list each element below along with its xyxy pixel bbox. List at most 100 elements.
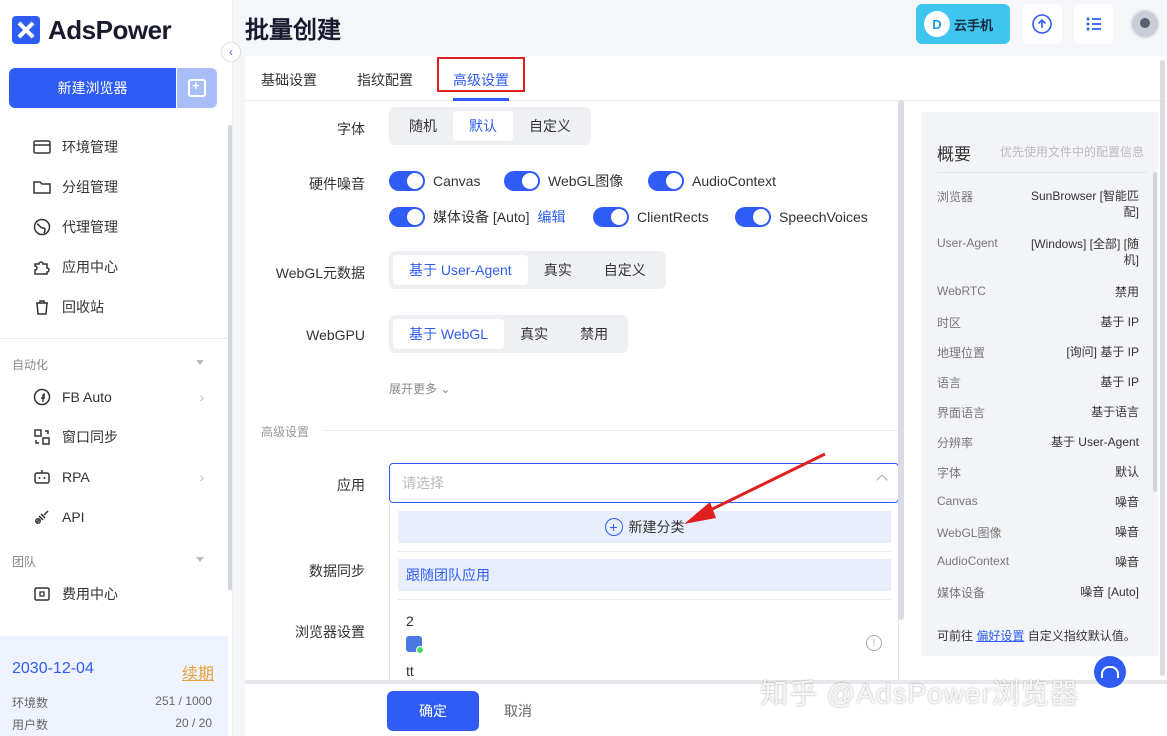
support-chat-button[interactable] bbox=[1094, 656, 1126, 688]
summary-divider bbox=[937, 172, 1147, 173]
summary-value: SunBrowser [智能匹配] bbox=[1030, 189, 1139, 219]
trash-icon bbox=[32, 297, 52, 317]
confirm-button[interactable]: 确定 bbox=[387, 691, 479, 731]
dropdown-category-2[interactable]: 2 bbox=[406, 613, 414, 629]
toggle-clientrects[interactable]: ClientRects bbox=[593, 207, 709, 227]
webgpu-segmented: 基于 WebGL 真实 禁用 bbox=[389, 315, 629, 353]
webgl-option-custom[interactable]: 自定义 bbox=[588, 255, 662, 285]
font-option-random[interactable]: 随机 bbox=[393, 111, 453, 141]
summary-value: 噪音 bbox=[1114, 555, 1139, 569]
expand-more-link[interactable]: 展开更多 ⌄ bbox=[389, 380, 450, 397]
tab-basic-settings[interactable]: 基础设置 bbox=[261, 70, 317, 90]
cloud-phone-label: 云手机 bbox=[954, 17, 994, 33]
sidebar-item-api[interactable]: API bbox=[0, 497, 228, 537]
form-scrollbar[interactable] bbox=[898, 100, 904, 620]
data-sync-label: 数据同步 bbox=[309, 563, 365, 579]
sidebar-item-label: 窗口同步 bbox=[62, 429, 118, 445]
sidebar-item-proxies[interactable]: 代理管理 bbox=[0, 207, 228, 247]
footer-prefix: 可前往 bbox=[937, 629, 974, 643]
edit-media-link[interactable]: 编辑 bbox=[537, 207, 565, 227]
follow-team-apps-option[interactable]: 跟随团队应用 bbox=[398, 559, 891, 591]
sidebar-item-fb-auto[interactable]: FB Auto › bbox=[0, 377, 228, 417]
user-count-row: 用户数 20 / 20 bbox=[12, 716, 212, 733]
main-nav: 环境管理 分组管理 代理管理 应用中心 回收站 bbox=[0, 127, 228, 327]
user-count-value: 20 / 20 bbox=[175, 716, 212, 730]
preferences-link[interactable]: 偏好设置 bbox=[976, 629, 1024, 643]
cloud-phone-button[interactable]: D 云手机 bbox=[916, 4, 1010, 44]
webgl-metadata-segmented: 基于 User-Agent 真实 自定义 bbox=[389, 251, 666, 289]
summary-key: WebRTC bbox=[937, 284, 986, 298]
webgl-metadata-label: WebGL元数据 bbox=[275, 265, 365, 281]
sidebar-item-label: 代理管理 bbox=[62, 219, 118, 235]
toggle-webgl-image[interactable]: WebGL图像 bbox=[504, 171, 623, 191]
summary-key: 分辨率 bbox=[937, 436, 974, 450]
font-option-custom[interactable]: 自定义 bbox=[513, 111, 587, 141]
nav-section-team[interactable]: 团队 bbox=[12, 553, 208, 570]
sidebar: AdsPower 新建浏览器 环境管理 分组管理 代理管理 应用中心 回收站 自… bbox=[0, 0, 233, 736]
sidebar-item-billing[interactable]: 费用中心 bbox=[0, 574, 228, 614]
toggle-switch[interactable] bbox=[389, 171, 425, 191]
summary-scrollbar[interactable] bbox=[1153, 172, 1157, 492]
app-icon[interactable] bbox=[406, 636, 424, 654]
webgpu-option-disabled[interactable]: 禁用 bbox=[564, 319, 624, 349]
toggle-audiocontext[interactable]: AudioContext bbox=[648, 171, 776, 191]
cancel-button[interactable]: 取消 bbox=[495, 691, 541, 731]
robot-icon bbox=[32, 467, 52, 487]
logo[interactable]: AdsPower bbox=[12, 14, 172, 46]
active-tab-indicator bbox=[453, 98, 509, 101]
page-scrollbar[interactable] bbox=[1160, 60, 1165, 676]
sidebar-item-groups[interactable]: 分组管理 bbox=[0, 167, 228, 207]
sidebar-scrollbar[interactable] bbox=[228, 125, 232, 590]
toggle-switch[interactable] bbox=[389, 207, 425, 227]
caret-down-icon bbox=[196, 557, 204, 562]
sidebar-item-environments[interactable]: 环境管理 bbox=[0, 127, 228, 167]
summary-panel: 概要 优先使用文件中的配置信息 浏览器 SunBrowser [智能匹配] Use… bbox=[922, 112, 1158, 656]
toggle-switch[interactable] bbox=[735, 207, 771, 227]
highlight-box bbox=[437, 57, 525, 92]
upload-button[interactable] bbox=[1022, 4, 1062, 44]
toggle-switch[interactable] bbox=[648, 171, 684, 191]
summary-key: 字体 bbox=[937, 466, 962, 480]
nav-section-automation[interactable]: 自动化 bbox=[12, 356, 208, 373]
section-label: 团队 bbox=[12, 555, 37, 569]
sidebar-item-rpa[interactable]: RPA › bbox=[0, 457, 228, 497]
toggle-canvas[interactable]: Canvas bbox=[389, 171, 480, 191]
collapse-sidebar-button[interactable]: ‹ bbox=[221, 42, 241, 62]
webgpu-option-real[interactable]: 真实 bbox=[504, 319, 564, 349]
summary-title: 概要 bbox=[937, 145, 971, 164]
user-avatar[interactable] bbox=[1127, 4, 1163, 44]
dropdown-divider bbox=[398, 551, 891, 552]
webgl-option-real[interactable]: 真实 bbox=[528, 255, 588, 285]
cloud-phone-icon: D bbox=[924, 11, 950, 37]
sidebar-item-trash[interactable]: 回收站 bbox=[0, 287, 228, 327]
logo-text: AdsPower bbox=[48, 14, 172, 45]
caret-down-icon bbox=[196, 360, 204, 365]
sidebar-item-window-sync[interactable]: 窗口同步 bbox=[0, 417, 228, 457]
new-browser-button[interactable]: 新建浏览器 bbox=[9, 68, 176, 108]
toggle-label: Canvas bbox=[433, 173, 481, 189]
webgl-option-user-agent[interactable]: 基于 User-Agent bbox=[393, 255, 528, 285]
toggle-switch[interactable] bbox=[504, 171, 540, 191]
sidebar-item-label: 回收站 bbox=[62, 299, 104, 315]
automation-nav: FB Auto › 窗口同步 RPA › API bbox=[0, 377, 228, 537]
toggle-media-devices[interactable]: 媒体设备 [Auto] 编辑 bbox=[389, 207, 565, 227]
info-icon[interactable]: ! bbox=[866, 635, 882, 651]
tab-fingerprint-config[interactable]: 指纹配置 bbox=[357, 70, 413, 90]
browser-settings-label: 浏览器设置 bbox=[295, 624, 365, 640]
toggle-speechvoices[interactable]: SpeechVoices bbox=[735, 207, 868, 227]
sidebar-item-app-center[interactable]: 应用中心 bbox=[0, 247, 228, 287]
renew-link[interactable]: 续期 bbox=[182, 660, 214, 684]
summary-footer: 可前往 偏好设置 自定义指纹默认值。 bbox=[937, 627, 1136, 644]
summary-value: 默认 bbox=[1114, 465, 1139, 479]
toggle-switch[interactable] bbox=[593, 207, 629, 227]
env-count-label: 环境数 bbox=[12, 696, 49, 710]
webgpu-option-webgl[interactable]: 基于 WebGL bbox=[393, 319, 505, 349]
dropdown-category-tt[interactable]: tt bbox=[406, 663, 414, 679]
batch-add-button[interactable] bbox=[177, 68, 217, 108]
summary-value: 禁用 bbox=[1114, 285, 1139, 299]
summary-value: 基于 IP bbox=[1100, 315, 1139, 329]
font-option-default[interactable]: 默认 bbox=[453, 111, 513, 141]
summary-value: 噪音 bbox=[1114, 525, 1139, 539]
section-label: 自动化 bbox=[12, 358, 49, 372]
task-list-button[interactable] bbox=[1074, 4, 1114, 44]
